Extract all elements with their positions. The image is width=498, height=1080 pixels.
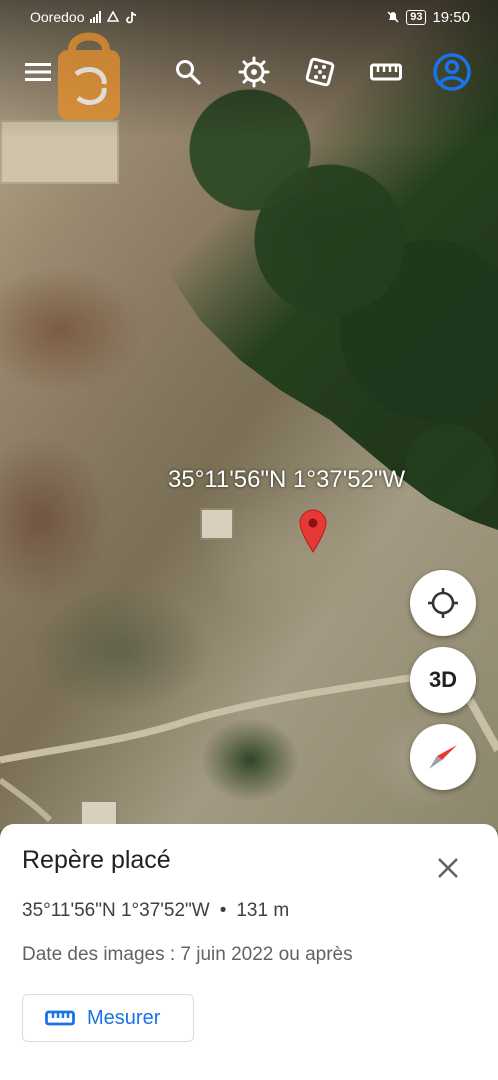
- signal-icon: [90, 11, 102, 23]
- account-button[interactable]: [430, 50, 474, 94]
- battery-level: 93: [410, 10, 423, 23]
- ruler-icon: [45, 1010, 75, 1026]
- measure-label: Mesurer: [87, 1006, 161, 1029]
- placemark-info: 35°11'56"N 1°37'52"W • 131 m: [22, 900, 289, 922]
- status-bar: Ooredoo 93 19:50: [0, 0, 498, 34]
- placemark-altitude: 131 m: [236, 900, 290, 921]
- close-button[interactable]: [430, 850, 466, 886]
- mute-icon: [387, 11, 399, 23]
- search-icon: [176, 60, 201, 85]
- separator-dot: •: [219, 900, 227, 921]
- toggle-3d-label: 3D: [428, 667, 458, 692]
- measure-button[interactable]: Mesurer: [22, 994, 194, 1042]
- placemark-sheet: Repère placé 35°11'56"N 1°37'52"W • 131 m …: [0, 824, 498, 1080]
- location-pin-icon[interactable]: [298, 508, 328, 554]
- imagery-date: Date des images : 7 juin 2022 ou après: [22, 944, 353, 965]
- placemark-coordinates: 35°11'56"N 1°37'52"W: [22, 900, 210, 921]
- tiktok-icon: [126, 11, 137, 23]
- building: [200, 508, 234, 540]
- feeling-lucky-button[interactable]: [298, 50, 342, 94]
- search-button[interactable]: [166, 50, 210, 94]
- menu-icon: [25, 63, 51, 81]
- compass-icon: [429, 745, 457, 769]
- toggle-3d-button[interactable]: 3D: [410, 647, 476, 713]
- data-saver-icon: [107, 11, 120, 22]
- my-location-icon: [428, 588, 458, 618]
- sheet-title: Repère placé: [22, 846, 171, 874]
- account-icon: [433, 53, 471, 91]
- battery-icon: 93: [406, 9, 427, 25]
- compass-button[interactable]: [410, 724, 476, 790]
- voyager-icon: [238, 56, 270, 88]
- coordinate-label: 35°11'56"N 1°37'52"W: [168, 466, 406, 493]
- my-location-button[interactable]: [410, 570, 476, 636]
- carrier-name: Ooredoo: [30, 9, 85, 25]
- close-icon: [438, 858, 458, 878]
- menu-button[interactable]: [16, 50, 60, 94]
- dice-icon: [305, 57, 335, 87]
- voyager-button[interactable]: [232, 50, 276, 94]
- measure-toolbar-button[interactable]: [364, 50, 408, 94]
- top-toolbar: [0, 50, 498, 100]
- ruler-icon: [370, 63, 402, 81]
- clock: 19:50: [432, 8, 470, 26]
